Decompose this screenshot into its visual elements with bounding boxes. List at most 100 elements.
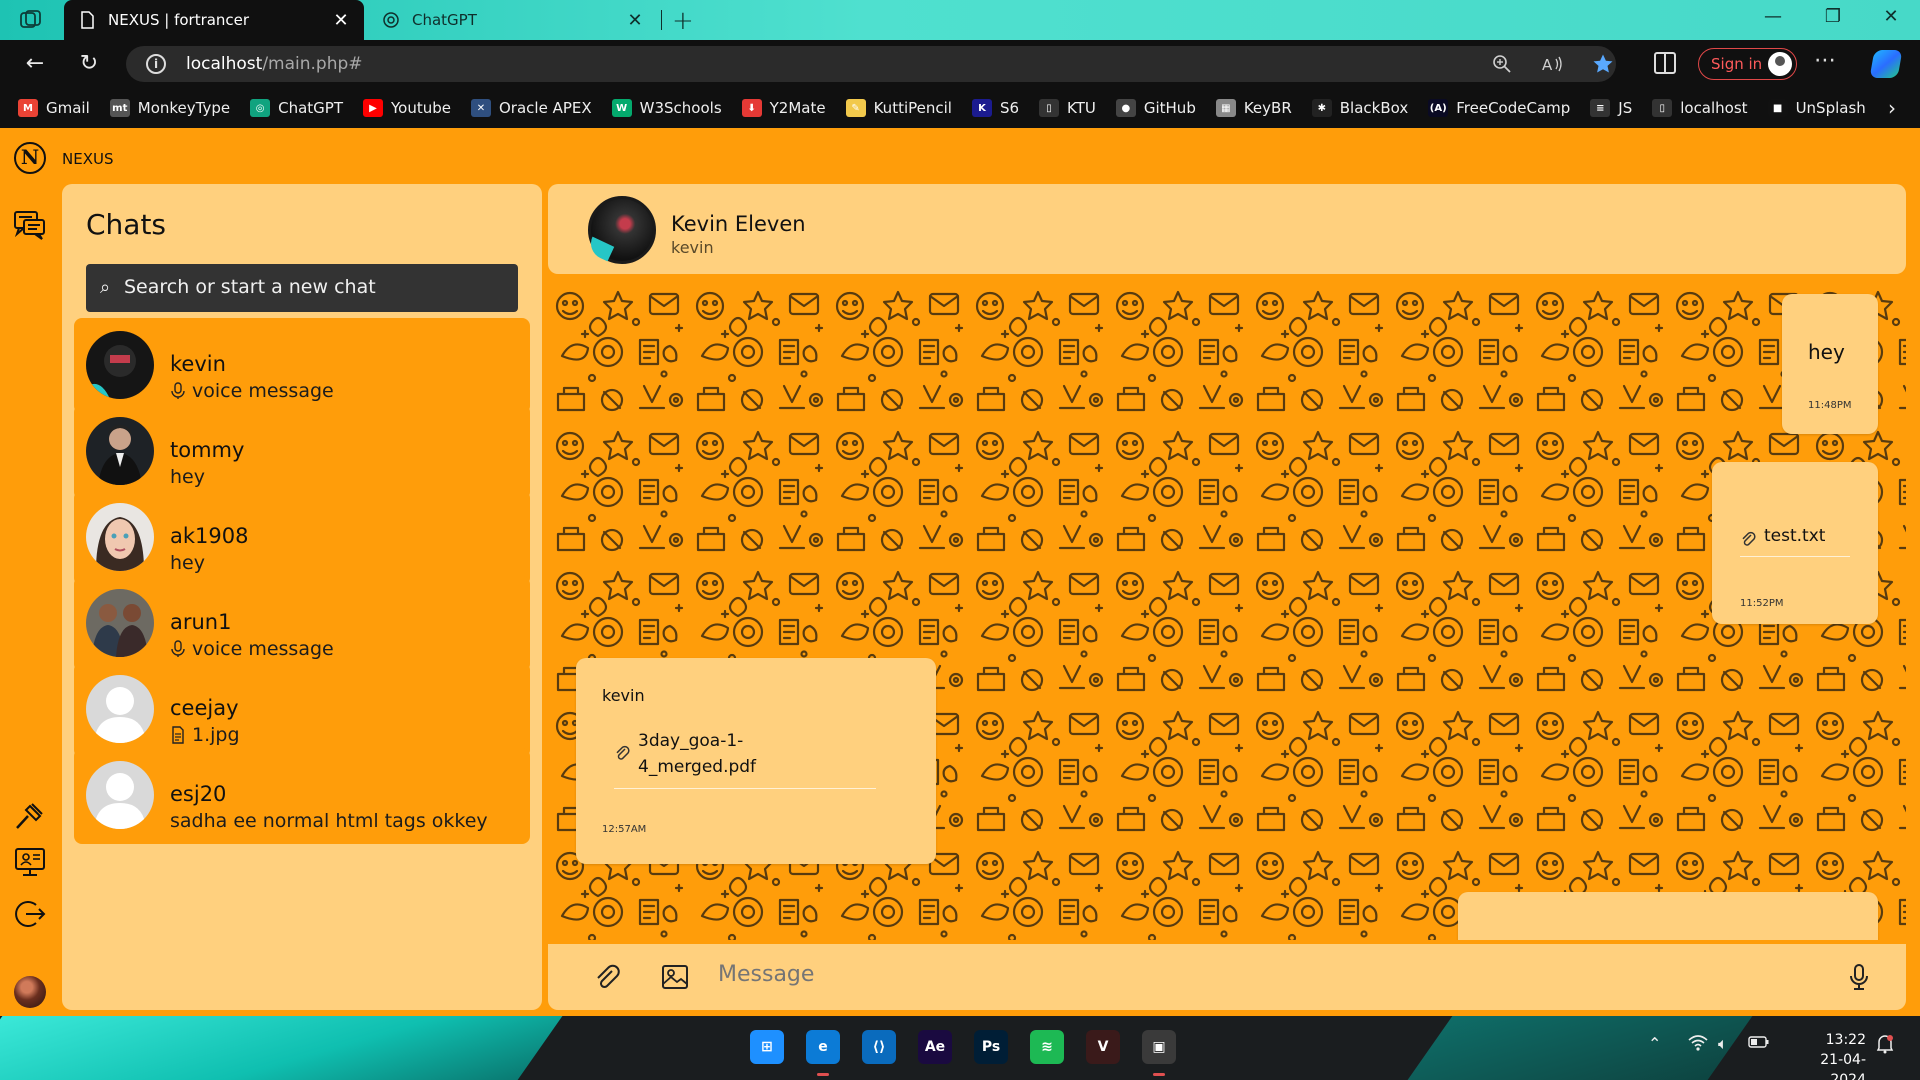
back-button[interactable]: ← [20,50,50,78]
zoom-icon[interactable] [1492,54,1512,74]
minimize-button[interactable]: — [1758,6,1788,27]
bookmark-ktu[interactable]: ▯ KTU [1039,99,1096,117]
bookmark-js[interactable]: ≡ JS [1590,99,1632,117]
favorite-star-icon[interactable] [1592,53,1614,75]
show-hidden-icons[interactable]: ⌃ [1648,1034,1661,1053]
battery-icon[interactable] [1748,1034,1770,1054]
gmail-icon: M [18,99,38,117]
chat-list-item[interactable]: tommy hey [74,404,530,500]
volume-icon[interactable]: 🔈︎ [1718,1034,1728,1054]
split-screen-icon[interactable] [1654,52,1676,74]
file-attachment-link[interactable]: 3day_goa-1- 4_merged.pdf [614,728,876,789]
wifi-icon[interactable] [1688,1034,1708,1056]
bookmark-keybr[interactable]: ▦ KeyBR [1215,99,1292,117]
message-bubble-sent[interactable] [1458,892,1878,940]
bookmark-unsplash[interactable]: ■ UnSplash [1767,99,1866,117]
message-area[interactable]: hey 11:48PM test.txt 11:52PM kevin 3day_… [548,282,1906,940]
chat-list-item[interactable]: kevin voice message [74,318,530,414]
bookmark-w3schools[interactable]: W W3Schools [611,99,722,117]
url-path: /main.php# [262,54,363,74]
contact-avatar[interactable] [588,196,656,264]
tab-close-icon[interactable]: ✕ [626,10,644,31]
copilot-icon[interactable] [1869,50,1903,78]
bookmark-blackbox[interactable]: ✱ BlackBox [1311,99,1409,117]
maximize-button[interactable]: ❐ [1818,6,1848,27]
hammer-icon[interactable] [12,800,48,836]
chat-list-item[interactable]: ceejay 1.jpg [74,662,530,758]
tab-chatgpt[interactable]: ChatGPT ✕ [368,0,658,40]
windows-taskbar: ⊞ e ⟨⟩ Ae Ps ≋ V ▣ ⌃ 🔈︎ 13:22 21-04-2024 [0,1016,1920,1080]
microphone-icon[interactable] [1844,962,1874,992]
taskbar-vivaldi-icon[interactable]: V [1086,1030,1120,1064]
new-tab-button[interactable]: + [672,6,694,36]
message-bubble-sent-file[interactable]: test.txt 11:52PM [1712,462,1878,624]
more-options-icon[interactable]: ⋯ [1814,48,1836,73]
tab-close-icon[interactable]: ✕ [332,10,350,31]
presentation-icon[interactable] [12,844,48,880]
bookmarks-overflow-icon[interactable]: › [1888,96,1896,120]
js-icon: ≡ [1590,99,1611,117]
chats-icon[interactable] [12,208,48,244]
chat-list-item[interactable]: arun1 voice message [74,576,530,672]
bookmark-freecodecamp[interactable]: (A) FreeCodeCamp [1428,99,1570,117]
running-indicator [1153,1073,1165,1076]
logout-icon[interactable] [12,896,48,932]
bookmark-s6[interactable]: K S6 [971,99,1019,117]
file-attachment-link[interactable]: test.txt [1740,526,1850,557]
wifi-glyph [1688,1035,1708,1051]
attach-icon[interactable] [592,962,622,992]
system-clock[interactable]: 13:22 21-04-2024 [1786,1030,1866,1080]
close-window-button[interactable]: ✕ [1876,6,1906,27]
chat-contact-name: tommy [170,438,245,462]
taskbar-after-effects-icon[interactable]: Ae [918,1030,952,1064]
notification-bell-icon[interactable] [1876,1034,1894,1058]
bookmark-kuttipencil[interactable]: ✎ KuttiPencil [845,99,952,117]
taskbar-spotify-icon[interactable]: ≋ [1030,1030,1064,1064]
taskbar-app-window-icon[interactable]: ▣ [1142,1030,1176,1064]
chat-contact-name: esj20 [170,782,227,806]
workspaces-icon[interactable] [18,8,44,32]
bookmark-y2mate[interactable]: ⬇ Y2Mate [741,99,826,117]
bookmark-label: BlackBox [1339,99,1409,117]
bookmark-gmail[interactable]: M Gmail [18,99,90,117]
bookmark-label: FreeCodeCamp [1456,99,1571,117]
chat-list-item[interactable]: esj20 sadha ee normal html tags okkey [74,748,530,844]
search-input[interactable]: ⌕ Search or start a new chat [86,264,518,312]
bookmark-label: JS [1618,99,1633,117]
chat-last-message: hey [170,466,205,488]
image-icon[interactable] [660,962,690,992]
taskbar-photoshop-icon[interactable]: Ps [974,1030,1008,1064]
bookmark-github[interactable]: ● GitHub [1115,99,1196,117]
taskbar-vscode-icon[interactable]: ⟨⟩ [862,1030,896,1064]
url-field[interactable]: i localhost/main.php# A [126,46,1616,82]
tab-title: NEXUS | fortrancer [108,11,250,29]
message-sender: kevin [602,686,645,705]
site-info-icon[interactable]: i [146,54,166,74]
bookmark-chatgpt[interactable]: ◎ ChatGPT [250,99,343,117]
running-indicator [817,1073,829,1076]
bookmark-monkeytype[interactable]: mt MonkeyType [109,99,230,117]
bookmark-localhost[interactable]: ▯ localhost [1652,99,1748,117]
chat-contact-name: ak1908 [170,524,249,548]
tab-nexus[interactable]: NEXUS | fortrancer ✕ [64,0,364,40]
message-time: 11:52PM [1740,598,1784,609]
k-icon: K [971,99,992,117]
message-bubble-received-file[interactable]: kevin 3day_goa-1- 4_merged.pdf 12:57AM [576,658,936,864]
nexus-app: N NEXUS Chats ⌕ Search or start a new cha… [0,128,1920,1016]
chat-list-item[interactable]: ak1908 hey [74,490,530,586]
current-user-avatar[interactable] [14,976,46,1008]
reload-button[interactable]: ↻ [74,50,104,78]
read-aloud-icon[interactable]: A [1542,54,1564,74]
taskbar-edge-icon[interactable]: e [806,1030,840,1064]
avatar [86,589,154,657]
bookmark-oracle-apex[interactable]: ✕ Oracle APEX [471,99,592,117]
file-icon [170,726,186,744]
chat-contact-name: arun1 [170,610,232,634]
message-input[interactable] [718,962,1718,987]
message-bubble-sent[interactable]: hey 11:48PM [1782,294,1878,434]
sign-in-button[interactable]: Sign in [1698,48,1797,80]
bookmark-youtube[interactable]: ▶ Youtube [363,99,451,117]
url-text[interactable]: localhost/main.php# [186,54,363,74]
bookmark-label: KeyBR [1243,99,1292,117]
taskbar-windows-start-icon[interactable]: ⊞ [750,1030,784,1064]
